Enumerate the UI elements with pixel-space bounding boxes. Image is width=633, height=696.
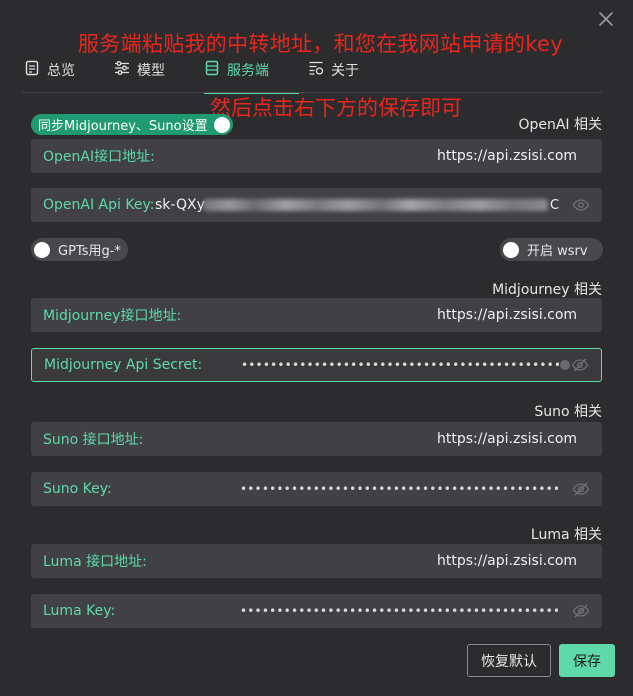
section-title-openai: OpenAI 相关	[518, 117, 602, 133]
key-suffix: C	[550, 197, 560, 213]
reset-defaults-button[interactable]: 恢复默认	[467, 644, 551, 677]
toggle-knob	[213, 116, 230, 133]
annotation-save-hint: 然后点击右下方的保存即可	[210, 96, 462, 120]
field-label: Suno 接口地址:	[43, 432, 144, 448]
field-label: Luma 接口地址:	[43, 554, 147, 570]
sync-midjourney-suno-toggle[interactable]: 同步Midjourney、Suno设置	[31, 114, 233, 135]
about-icon	[308, 60, 324, 80]
save-button[interactable]: 保存	[559, 644, 615, 677]
field-label: Midjourney接口地址:	[43, 308, 182, 324]
masked-value: ••••••••••••••••••••••••••••••••••••••••…	[240, 604, 558, 618]
close-icon[interactable]	[597, 10, 615, 28]
tab-label: 模型	[137, 63, 165, 79]
eye-off-icon[interactable]	[572, 480, 590, 498]
field-value: https://api.zsisi.com	[437, 553, 578, 569]
toggle-label: 开启 wsrv	[527, 244, 588, 259]
field-label: Luma Key:	[43, 603, 116, 619]
tab-label: 服务端	[227, 63, 269, 79]
tab-about[interactable]: 关于	[308, 60, 359, 80]
eye-off-icon[interactable]	[572, 602, 590, 620]
luma-url-field[interactable]: Luma 接口地址: https://api.zsisi.com	[31, 544, 602, 578]
field-label: Midjourney Api Secret:	[44, 357, 203, 373]
field-label: Suno Key:	[43, 481, 112, 497]
masked-value: ••••••••••••••••••••••••••••••••••••••••…	[240, 482, 558, 496]
summary-icon	[24, 60, 40, 80]
section-title-midjourney: Midjourney 相关	[492, 282, 602, 298]
field-value: https://api.zsisi.com	[437, 148, 578, 164]
clear-icon[interactable]	[560, 360, 570, 370]
redacted-key-blur	[203, 199, 548, 211]
field-value: https://api.zsisi.com	[437, 431, 578, 447]
tab-server[interactable]: 服务端	[204, 60, 269, 80]
key-prefix: sk-QXy	[155, 197, 205, 213]
suno-url-field[interactable]: Suno 接口地址: https://api.zsisi.com	[31, 422, 602, 456]
gpts-toggle[interactable]: GPTs用g-*	[31, 238, 128, 261]
toggle-label: 同步Midjourney、Suno设置	[38, 119, 208, 134]
field-label: OpenAI Api Key:	[43, 197, 155, 213]
field-value: https://api.zsisi.com	[437, 307, 578, 323]
section-title-luma: Luma 相关	[530, 527, 602, 543]
tab-label: 关于	[331, 63, 359, 79]
openai-url-field[interactable]: OpenAI接口地址: https://api.zsisi.com	[31, 139, 602, 173]
wsrv-toggle[interactable]: 开启 wsrv	[500, 238, 603, 261]
toggle-knob	[503, 241, 519, 258]
settings-tabs: 总览 模型 服务端 关于	[22, 56, 602, 94]
toggle-knob	[34, 241, 50, 258]
toggle-label: GPTs用g-*	[58, 244, 121, 259]
tab-label: 总览	[47, 63, 75, 79]
luma-key-field[interactable]: Luma Key: ••••••••••••••••••••••••••••••…	[31, 594, 602, 628]
tab-models[interactable]: 模型	[114, 60, 165, 80]
eye-off-icon[interactable]	[571, 356, 589, 374]
openai-api-key-field[interactable]: OpenAI Api Key: sk-QXy C	[31, 188, 602, 222]
eye-icon[interactable]	[572, 196, 590, 214]
field-label: OpenAI接口地址:	[43, 149, 155, 165]
sliders-icon	[114, 60, 130, 80]
masked-value: ••••••••••••••••••••••••••••••••••••••••…	[241, 358, 559, 372]
suno-key-field[interactable]: Suno Key: ••••••••••••••••••••••••••••••…	[31, 472, 602, 506]
tab-overview[interactable]: 总览	[24, 60, 75, 80]
annotation-instruction: 服务端粘贴我的中转地址，和您在我网站申请的key	[78, 32, 563, 56]
section-title-suno: Suno 相关	[534, 404, 602, 420]
server-list-icon	[204, 60, 220, 80]
midjourney-url-field[interactable]: Midjourney接口地址: https://api.zsisi.com	[31, 298, 602, 332]
midjourney-api-secret-field[interactable]: Midjourney Api Secret: •••••••••••••••••…	[31, 348, 602, 382]
